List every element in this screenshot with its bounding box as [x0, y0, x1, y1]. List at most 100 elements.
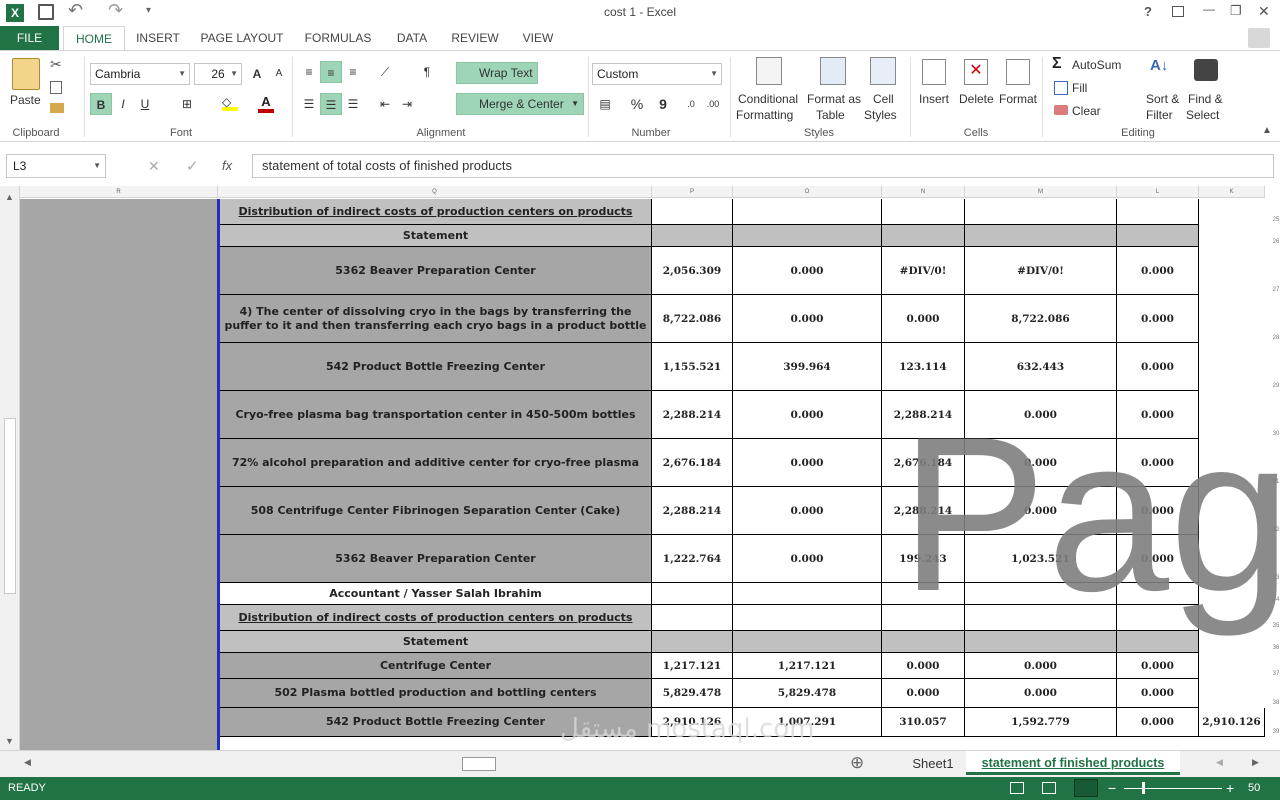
conditional-formatting-label2[interactable]: Formatting: [736, 108, 793, 122]
cell-styles-icon[interactable]: [870, 57, 896, 85]
row-label-cell[interactable]: Accountant / Yasser Salah Ibrahim: [220, 583, 652, 605]
tab-review[interactable]: REVIEW: [446, 26, 504, 50]
copy-icon[interactable]: [50, 81, 62, 94]
sheet-tab-statement[interactable]: statement of finished products: [966, 751, 1180, 775]
page-layout-view-icon[interactable]: [1042, 782, 1056, 794]
align-left-icon[interactable]: ☰: [298, 93, 320, 115]
zoom-slider[interactable]: [1124, 782, 1222, 794]
value-cell[interactable]: 0.000: [733, 391, 882, 439]
format-as-table-label2[interactable]: Table: [816, 108, 845, 122]
value-cell[interactable]: 0.000: [965, 439, 1117, 487]
value-cell[interactable]: [882, 199, 965, 225]
bold-button[interactable]: B: [90, 93, 112, 115]
name-box[interactable]: L3 ▼: [6, 154, 106, 178]
ribbon-display-icon[interactable]: [1172, 6, 1184, 17]
number-format-combo[interactable]: Custom ▼: [592, 63, 722, 85]
value-cell[interactable]: [652, 583, 733, 605]
row-label-cell[interactable]: Centrifuge Center: [220, 653, 652, 679]
prev-sheet-icon[interactable]: ◀: [24, 757, 31, 768]
value-cell[interactable]: 0.000: [1117, 653, 1199, 679]
restore-button[interactable]: ❐: [1230, 3, 1242, 19]
cancel-entry-icon[interactable]: ✕: [148, 158, 160, 175]
column-header[interactable]: Q: [218, 186, 652, 198]
value-cell[interactable]: 0.000: [965, 487, 1117, 535]
format-cells-label[interactable]: Format: [999, 92, 1037, 106]
underline-button[interactable]: U: [134, 93, 156, 115]
value-cell[interactable]: [1117, 605, 1199, 631]
row-number[interactable]: 39: [1265, 729, 1280, 735]
borders-icon[interactable]: ⊞: [176, 93, 198, 115]
collapse-ribbon-icon[interactable]: ▲: [1262, 125, 1272, 136]
column-header[interactable]: K: [1199, 186, 1265, 198]
value-cell[interactable]: #DIV/0!: [882, 247, 965, 295]
row-label-cell[interactable]: Cryo-free plasma bag transportation cent…: [220, 391, 652, 439]
row-number[interactable]: 31: [1265, 479, 1280, 485]
orientation-icon[interactable]: ⟋: [374, 61, 396, 83]
value-cell[interactable]: 1,217.121: [652, 653, 733, 679]
font-size-combo[interactable]: 26 ▼: [194, 63, 242, 85]
value-cell[interactable]: 5,829.478: [652, 679, 733, 708]
row-number[interactable]: 25: [1265, 217, 1280, 223]
row-number[interactable]: 34: [1265, 597, 1280, 603]
cell-styles-label2[interactable]: Styles: [864, 108, 897, 122]
value-cell[interactable]: [882, 583, 965, 605]
increase-decimal-icon[interactable]: .0: [680, 93, 702, 115]
value-cell[interactable]: 0.000: [1117, 391, 1199, 439]
value-cell[interactable]: 0.000: [1117, 295, 1199, 343]
row-label-cell[interactable]: 542 Product Bottle Freezing Center: [220, 343, 652, 391]
increase-indent-icon[interactable]: ⇥: [396, 93, 418, 115]
minimize-button[interactable]: —: [1203, 2, 1215, 16]
rtl-icon[interactable]: ¶: [416, 61, 438, 83]
value-cell[interactable]: [965, 583, 1117, 605]
sort-filter-label[interactable]: Sort &: [1146, 92, 1179, 106]
shrink-font-icon[interactable]: A: [268, 63, 290, 85]
fill-button[interactable]: Fill: [1072, 81, 1087, 95]
tab-data[interactable]: DATA: [388, 26, 436, 50]
font-color-icon[interactable]: A: [258, 95, 274, 113]
value-cell[interactable]: 1,217.121: [733, 653, 882, 679]
autosum-icon[interactable]: Σ: [1052, 55, 1062, 73]
value-cell[interactable]: [733, 199, 882, 225]
value-cell[interactable]: [652, 225, 733, 247]
value-cell[interactable]: [1117, 631, 1199, 653]
sort-filter-label2[interactable]: Filter: [1146, 108, 1173, 122]
value-cell[interactable]: [1117, 583, 1199, 605]
paste-button[interactable]: Paste: [10, 93, 41, 107]
value-cell[interactable]: [965, 225, 1117, 247]
fill-icon[interactable]: [1054, 81, 1068, 95]
value-cell[interactable]: 0.000: [733, 439, 882, 487]
value-cell[interactable]: 5,829.478: [733, 679, 882, 708]
insert-cells-icon[interactable]: [922, 59, 946, 85]
zoom-level[interactable]: 50: [1248, 782, 1260, 794]
find-select-label2[interactable]: Select: [1186, 108, 1219, 122]
value-cell[interactable]: [965, 631, 1117, 653]
row-number[interactable]: 32: [1265, 527, 1280, 533]
scroll-down-icon[interactable]: ▼: [5, 736, 14, 746]
value-cell[interactable]: [882, 225, 965, 247]
add-sheet-button[interactable]: ⊕: [850, 753, 864, 773]
value-cell[interactable]: [1117, 199, 1199, 225]
row-label-cell[interactable]: Distribution of indirect costs of produc…: [220, 199, 652, 225]
zoom-out-button[interactable]: −: [1108, 780, 1116, 796]
row-number[interactable]: 38: [1265, 700, 1280, 706]
value-cell[interactable]: 0.000: [882, 653, 965, 679]
tab-formulas[interactable]: FORMULAS: [298, 26, 378, 50]
conditional-formatting-label[interactable]: Conditional: [738, 92, 798, 106]
cut-icon[interactable]: ✂: [50, 56, 62, 73]
value-cell[interactable]: 199.243: [882, 535, 965, 583]
grow-font-icon[interactable]: A: [246, 63, 268, 85]
column-header[interactable]: N: [882, 186, 965, 198]
value-cell[interactable]: 0.000: [1117, 708, 1199, 737]
value-cell[interactable]: [882, 631, 965, 653]
row-label-cell[interactable]: Statement: [220, 225, 652, 247]
value-cell[interactable]: 2,288.214: [652, 487, 733, 535]
align-bottom-icon[interactable]: ≡: [342, 61, 364, 83]
formula-input[interactable]: statement of total costs of finished pro…: [252, 154, 1274, 178]
row-label-cell[interactable]: 5362 Beaver Preparation Center: [220, 535, 652, 583]
row-label-cell[interactable]: 4) The center of dissolving cryo in the …: [220, 295, 652, 343]
scroll-up-icon[interactable]: ▲: [5, 192, 14, 202]
vertical-scrollbar[interactable]: ▲ ▼: [0, 186, 20, 750]
value-cell[interactable]: 2,676.184: [882, 439, 965, 487]
font-name-combo[interactable]: Cambria ▼: [90, 63, 190, 85]
value-cell[interactable]: [733, 225, 882, 247]
